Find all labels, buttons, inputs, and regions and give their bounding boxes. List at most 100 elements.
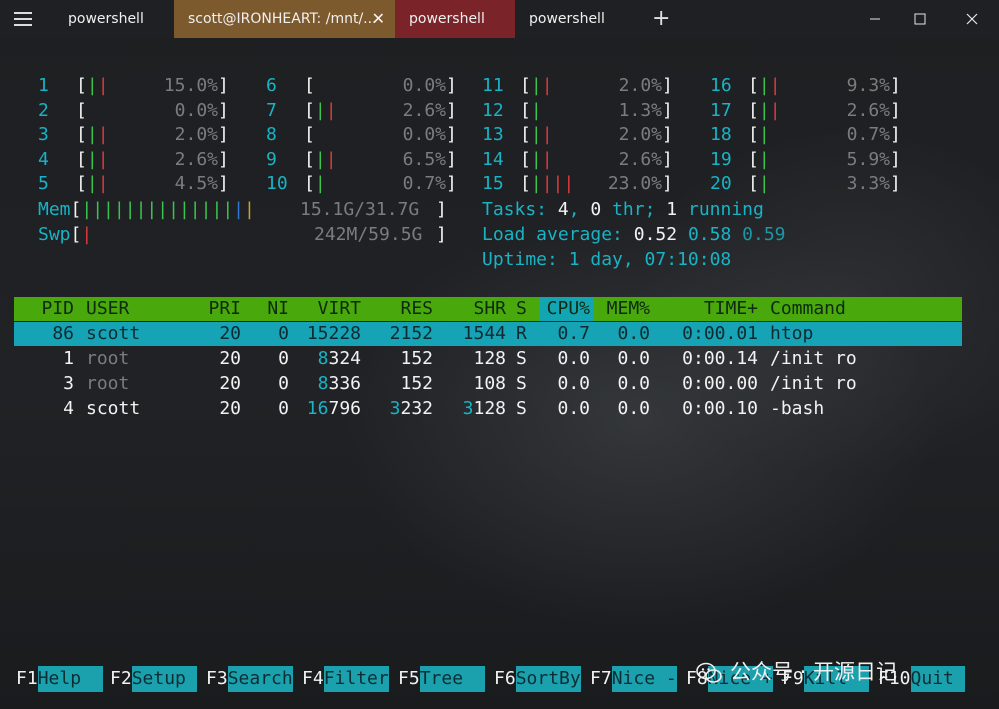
wechat-icon <box>696 662 722 683</box>
cpu-bracket-open: [ <box>748 75 759 96</box>
fkey-f6[interactable]: F6SortBy <box>494 666 581 692</box>
tasks-count: 4 <box>557 199 569 220</box>
column-header[interactable]: USER <box>86 297 129 322</box>
cpu-bracket-open: [ <box>304 75 315 96</box>
cpu-value: 9.3% <box>846 75 890 96</box>
cpu-bar: | <box>758 173 770 194</box>
cpu-id: 12 <box>482 100 504 121</box>
cpu-bar: || <box>530 75 553 96</box>
cell-cpu: 0.0 <box>557 373 590 394</box>
cell-cmd: /init ro <box>770 373 857 394</box>
maximize-button[interactable] <box>898 0 942 38</box>
cpu-bracket-open: [ <box>304 149 315 170</box>
minimize-button[interactable] <box>853 0 897 38</box>
cpu-bracket-close: ] <box>446 100 457 121</box>
running-label: running <box>687 199 764 220</box>
cpu-id: 4 <box>38 149 49 170</box>
cpu-bracket-close: ] <box>890 149 901 170</box>
column-header[interactable]: VIRT <box>318 297 361 322</box>
cpu-bracket-close: ] <box>446 124 457 145</box>
cell-s: S <box>516 348 527 369</box>
fkey-number: F4 <box>302 668 324 689</box>
cell-user: root <box>86 348 130 369</box>
tab-wsl-active[interactable]: scott@IRONHEART: /mnt/... ✕ <box>174 0 395 38</box>
tab-powershell-1[interactable]: powershell <box>54 0 174 38</box>
fkey-f2[interactable]: F2Setup <box>110 666 197 692</box>
cell-pid: 4 <box>63 398 74 419</box>
column-header[interactable]: PID <box>41 297 74 322</box>
cpu-bracket-close: ] <box>890 173 901 194</box>
cpu-meter: 12 [| <box>482 99 542 124</box>
cell-shr: 1544 <box>462 323 506 344</box>
column-header[interactable]: CPU% <box>547 297 590 322</box>
cpu-id: 7 <box>266 100 277 121</box>
column-header[interactable]: Command <box>770 297 846 322</box>
cell-user: scott <box>86 398 141 419</box>
close-tab-icon[interactable]: ✕ <box>372 0 385 38</box>
cpu-id: 14 <box>482 149 504 170</box>
cpu-bar: || <box>758 100 781 121</box>
close-icon <box>966 13 978 25</box>
tasks-line: Tasks: 4, 0 thr; 1 running <box>482 199 764 220</box>
close-window-button[interactable] <box>950 0 994 38</box>
cpu-id: 6 <box>266 75 277 96</box>
fkey-f7[interactable]: F7Nice - <box>590 666 677 692</box>
cell-ni: 0 <box>278 398 289 419</box>
cell-pri: 20 <box>219 348 241 369</box>
column-header[interactable]: TIME+ <box>704 297 758 322</box>
uptime-label: Uptime: <box>482 249 558 270</box>
fkey-f1[interactable]: F1Help <box>16 666 103 692</box>
column-header[interactable]: MEM% <box>607 297 650 322</box>
fkey-f4[interactable]: F4Filter <box>302 666 389 692</box>
cell-mem: 0.0 <box>617 373 650 394</box>
cell-shr: 108 <box>473 373 506 394</box>
column-header[interactable]: NI <box>267 297 289 322</box>
swp-value: 242M/59.5G <box>314 224 423 245</box>
cpu-value: 0.0% <box>402 124 446 145</box>
cpu-bar: || <box>86 149 109 170</box>
cpu-id: 3 <box>38 124 49 145</box>
fkey-label: Filter <box>323 666 389 692</box>
new-tab-button[interactable]: + <box>652 6 670 31</box>
cpu-bracket-close: ] <box>218 173 229 194</box>
cell-mem: 0.0 <box>617 398 650 419</box>
fkey-label: Tree <box>419 666 485 692</box>
cpu-id: 8 <box>266 124 277 145</box>
cpu-bracket-open: [ <box>76 124 87 145</box>
cpu-bracket-close: ] <box>662 173 673 194</box>
tab-powershell-3[interactable]: powershell <box>515 0 635 38</box>
maximize-icon <box>914 13 926 25</box>
fkey-number: F5 <box>398 668 420 689</box>
column-header[interactable]: S <box>516 297 527 322</box>
cell-ni: 0 <box>278 348 289 369</box>
column-header[interactable]: PRI <box>208 297 241 322</box>
cpu-bar: | <box>530 100 542 121</box>
column-header[interactable]: SHR <box>473 297 506 322</box>
cpu-bracket-close: ] <box>218 100 229 121</box>
fkey-f3[interactable]: F3Search <box>206 666 293 692</box>
fkey-label: Search <box>227 666 293 692</box>
cell-pri: 20 <box>219 323 241 344</box>
cpu-bracket-open: [ <box>748 100 759 121</box>
cell-virt: 8324 <box>317 348 361 369</box>
cell-pri: 20 <box>219 373 241 394</box>
cpu-meter: 9 [|| <box>266 148 337 173</box>
load-15: 0.59 <box>742 224 786 245</box>
cpu-bracket-open: [ <box>76 100 87 121</box>
fkey-label: Setup <box>131 666 197 692</box>
menu-icon[interactable] <box>12 10 36 28</box>
cpu-bar: | <box>314 173 326 194</box>
cpu-value: 2.6% <box>174 149 218 170</box>
swp-bar: | <box>81 224 93 245</box>
cpu-value: 1.3% <box>618 100 662 121</box>
column-header[interactable]: RES <box>400 297 433 322</box>
cpu-id: 2 <box>38 100 49 121</box>
cpu-meter: 3 [|| <box>38 123 109 148</box>
cell-res: 2152 <box>389 323 433 344</box>
tab-powershell-2[interactable]: powershell <box>395 0 515 38</box>
cpu-id: 19 <box>710 149 732 170</box>
cpu-value: 0.0% <box>402 75 446 96</box>
cpu-meter: 19 [| <box>710 148 770 173</box>
cell-pid: 3 <box>63 373 74 394</box>
fkey-f5[interactable]: F5Tree <box>398 666 485 692</box>
